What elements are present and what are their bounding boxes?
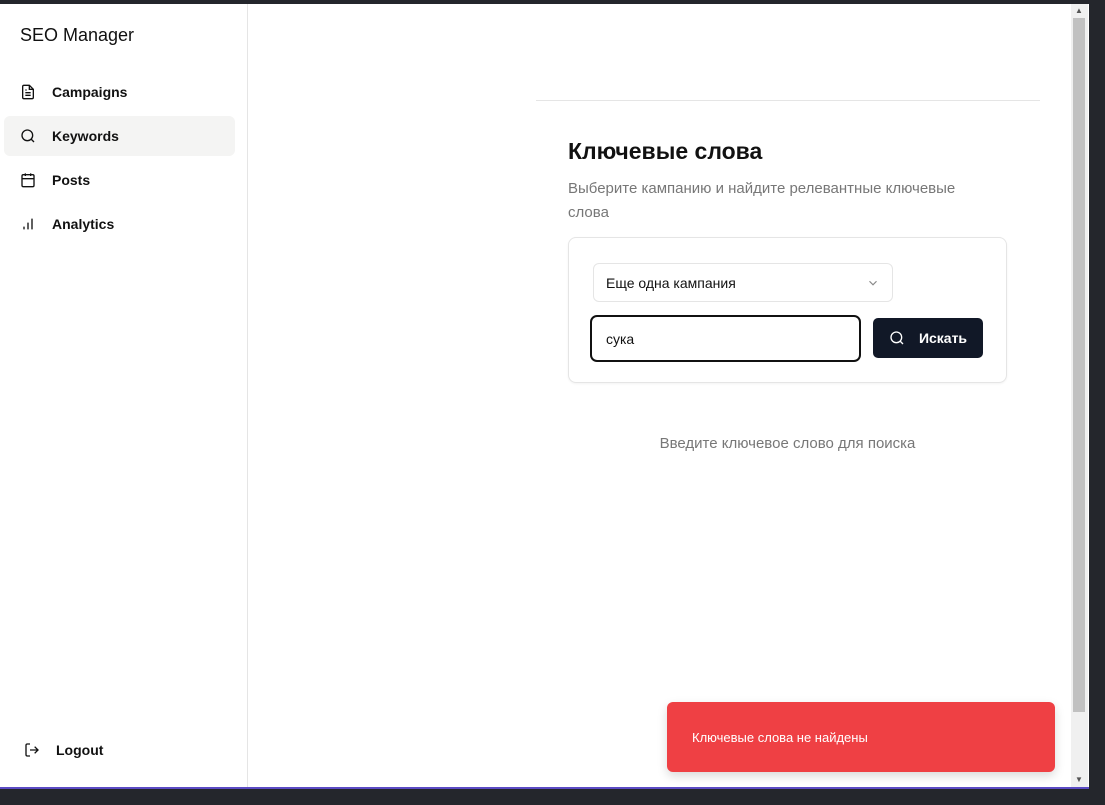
sidebar-item-analytics[interactable]: Analytics [4,204,235,244]
app-title: SEO Manager [20,25,135,45]
campaign-select-value: Еще одна кампания [606,274,736,291]
sidebar-item-campaigns[interactable]: Campaigns [4,72,235,112]
sidebar-nav: Campaigns Keywords Posts Analytics [4,72,235,248]
sidebar-item-label: Posts [52,172,91,188]
sidebar: SEO Manager Campaigns Keywords Posts Ana… [0,4,248,787]
sidebar-item-label: Keywords [52,128,119,144]
scroll-down-icon[interactable]: ▼ [1075,775,1083,784]
empty-state-hint: Введите ключевое слово для поиска [659,435,916,452]
sidebar-item-label: Analytics [52,216,115,232]
chevron-down-icon [869,280,877,286]
logout-label: Logout [56,742,104,758]
keyword-search-input[interactable] [590,315,861,362]
file-text-icon [22,84,34,100]
error-toast[interactable]: Ключевые слова не найдены [667,702,1055,772]
sidebar-item-posts[interactable]: Posts [4,160,235,200]
logout-icon [25,743,39,757]
toast-message: Ключевые слова не найдены [692,729,868,745]
header-divider [536,100,1040,101]
page-title: Ключевые слова [568,138,763,164]
calendar-icon [21,173,35,188]
search-icon [21,129,35,143]
search-icon [890,331,904,345]
scrollbar[interactable]: ▲ ▼ [1071,4,1088,787]
bar-chart-icon [23,218,33,230]
campaign-select[interactable]: Еще одна кампания [593,263,893,302]
search-card: Еще одна кампания Искать [568,237,1007,383]
search-button-label: Искать [918,330,968,346]
sidebar-item-label: Campaigns [52,84,128,100]
search-button[interactable]: Искать [873,318,983,358]
logout-button[interactable]: Logout [24,742,103,758]
sidebar-item-keywords[interactable]: Keywords [4,116,235,156]
app-window: SEO Manager Campaigns Keywords Posts Ana… [0,4,1089,789]
page-subtitle: Выберите кампанию и найдите релевантные … [568,180,956,221]
scrollbar-thumb[interactable] [1073,18,1085,712]
scroll-up-icon[interactable]: ▲ [1075,6,1083,15]
